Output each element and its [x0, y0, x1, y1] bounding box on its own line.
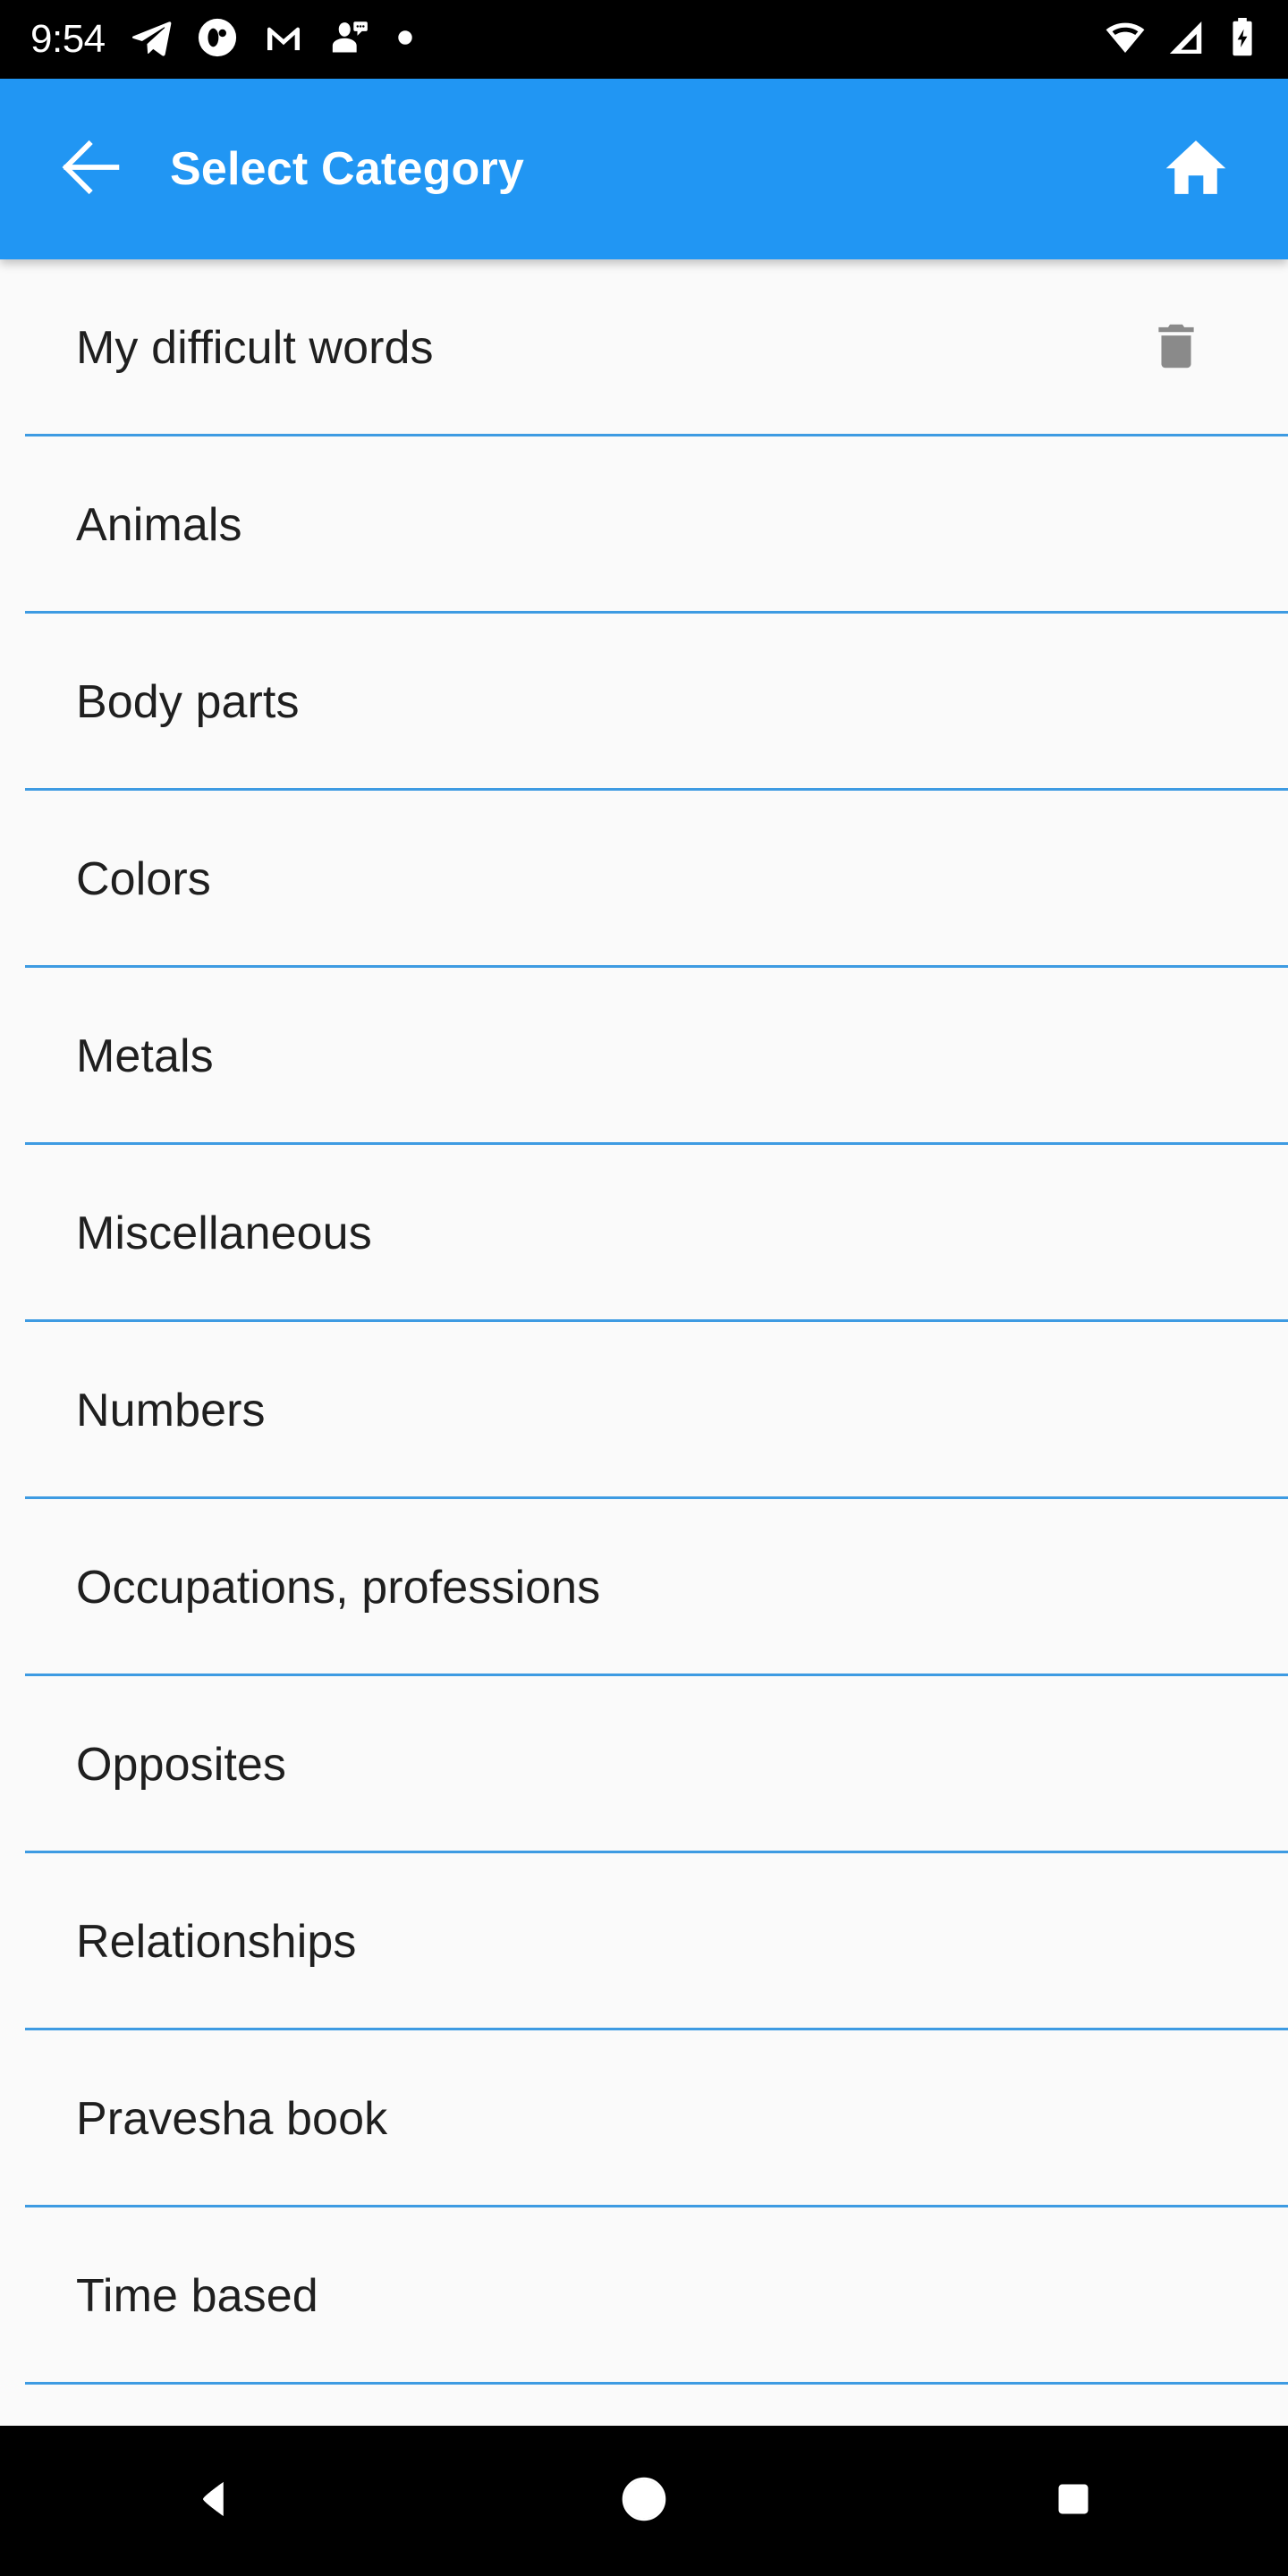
list-item[interactable]: Miscellaneous [0, 1145, 1288, 1322]
status-bar-clock: 9:54 [30, 17, 106, 61]
phone-screen: 9:54 Select Category My difficult words … [0, 0, 1288, 2576]
app-bar: Select Category [0, 79, 1288, 259]
circle-home-icon [620, 2475, 668, 2528]
delete-button[interactable] [1136, 308, 1216, 388]
list-item[interactable]: Relationships [0, 1853, 1288, 2030]
back-button[interactable] [38, 115, 145, 223]
nav-recents-button[interactable] [859, 2426, 1288, 2576]
system-navigation-bar [0, 2426, 1288, 2576]
wifi-icon [1104, 16, 1147, 64]
list-item-label: Metals [76, 1030, 214, 1082]
list-item-label: Occupations, professions [76, 1562, 601, 1614]
list-item-label: My difficult words [76, 322, 434, 374]
page-title: Select Category [170, 143, 525, 195]
list-divider [25, 2382, 1288, 2385]
home-icon [1163, 134, 1229, 205]
triangle-back-icon [191, 2476, 238, 2527]
list-item[interactable]: Occupations, professions [0, 1499, 1288, 1676]
list-item[interactable]: My difficult words [0, 259, 1288, 436]
list-item-label: Time based [76, 2270, 318, 2322]
list-item[interactable]: Metals [0, 968, 1288, 1145]
list-item[interactable]: Pravesha book [0, 2030, 1288, 2207]
list-item[interactable]: Time based [0, 2207, 1288, 2385]
status-bar-left: 9:54 [30, 17, 415, 63]
list-item-label: Body parts [76, 676, 300, 728]
more-notifications-dot-icon [395, 17, 415, 63]
arrow-back-icon [55, 131, 128, 208]
list-item[interactable]: Opposites [0, 1676, 1288, 1853]
cellular-signal-icon [1166, 17, 1208, 63]
nav-home-button[interactable] [429, 2426, 859, 2576]
category-list[interactable]: My difficult words Animals Body parts Co… [0, 259, 1288, 2426]
square-recents-icon [1053, 2479, 1094, 2524]
delete-trash-icon [1148, 318, 1204, 378]
telegram-icon [131, 17, 172, 63]
list-item-label: Animals [76, 499, 242, 551]
nav-back-button[interactable] [0, 2426, 429, 2576]
chat-person-icon [329, 17, 370, 63]
gmail-icon [263, 17, 304, 63]
list-item-label: Colors [76, 853, 211, 905]
list-item-label: Miscellaneous [76, 1208, 372, 1259]
list-item-label: Numbers [76, 1385, 266, 1436]
list-item-label: Relationships [76, 1916, 357, 1968]
list-item[interactable]: Colors [0, 791, 1288, 968]
home-button[interactable] [1147, 120, 1245, 218]
list-item[interactable]: Body parts [0, 614, 1288, 791]
battery-charging-icon [1227, 16, 1258, 64]
status-bar-right [1104, 16, 1258, 64]
app-notification-icon [197, 17, 238, 63]
list-item-label: Pravesha book [76, 2093, 388, 2145]
list-item[interactable]: Animals [0, 436, 1288, 614]
list-item[interactable]: Numbers [0, 1322, 1288, 1499]
status-bar: 9:54 [0, 0, 1288, 79]
list-item-label: Opposites [76, 1739, 287, 1791]
